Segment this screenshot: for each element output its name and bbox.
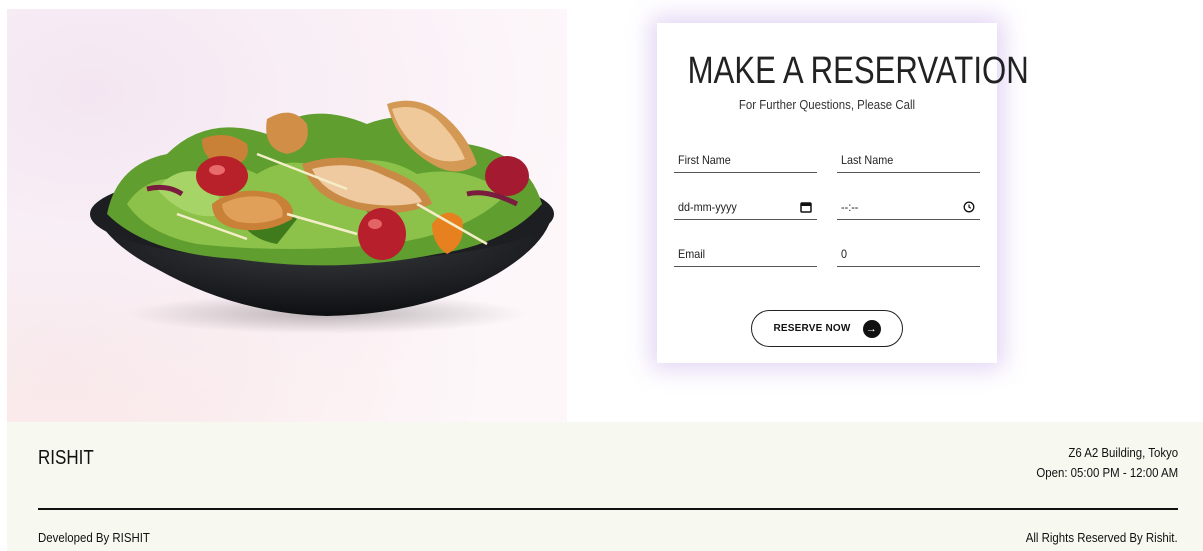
clock-icon[interactable] <box>962 200 976 214</box>
footer-developed-by: Developed By RISHIT <box>38 530 150 545</box>
time-input[interactable]: --:-- <box>837 196 980 220</box>
email-placeholder: Email <box>678 246 706 261</box>
arrow-right-icon: → <box>862 319 881 338</box>
footer-divider <box>38 508 1178 510</box>
footer-address: Z6 A2 Building, Tokyo <box>1068 445 1178 460</box>
guests-input[interactable]: 0 <box>837 243 980 267</box>
calendar-icon[interactable] <box>799 200 813 214</box>
reserve-now-label: RESERVE NOW <box>773 323 851 334</box>
footer-brand[interactable]: RISHIT <box>38 447 94 470</box>
footer-hours: Open: 05:00 PM - 12:00 AM <box>1036 465 1178 480</box>
footer-rights: All Rights Reserved By Rishit. <box>1026 530 1178 545</box>
hero-section: MAKE A RESERVATION For Further Questions… <box>7 9 1203 422</box>
reservation-title: MAKE A RESERVATION <box>687 50 1029 92</box>
date-input[interactable]: dd-mm-yyyy <box>674 196 817 220</box>
time-value: --:-- <box>841 199 859 214</box>
first-name-placeholder: First Name <box>678 152 731 167</box>
last-name-input[interactable]: Last Name <box>837 149 980 173</box>
email-input[interactable]: Email <box>674 243 817 267</box>
footer-address-block: Z6 A2 Building, Tokyo Open: 05:00 PM - 1… <box>1017 443 1178 483</box>
reserve-now-button[interactable]: RESERVE NOW → <box>751 310 903 347</box>
date-value: dd-mm-yyyy <box>678 199 737 214</box>
reservation-subtitle: For Further Questions, Please Call <box>738 97 916 112</box>
first-name-input[interactable]: First Name <box>674 149 817 173</box>
last-name-placeholder: Last Name <box>841 152 894 167</box>
reservation-card: MAKE A RESERVATION For Further Questions… <box>657 23 1029 363</box>
footer: RISHIT Z6 A2 Building, Tokyo Open: 05:00… <box>7 422 1203 551</box>
guests-value: 0 <box>841 246 848 261</box>
hero-image-panel <box>7 9 567 422</box>
salad-bowl-image <box>90 100 554 334</box>
